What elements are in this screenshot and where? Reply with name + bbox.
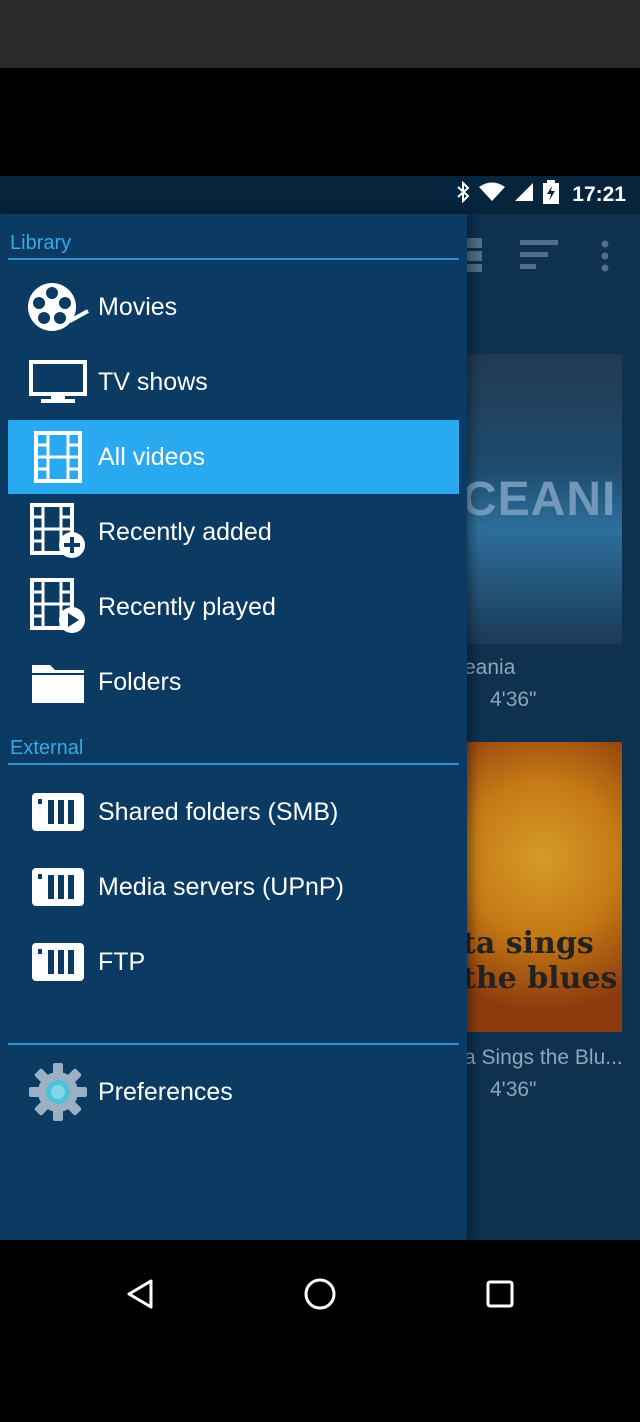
film-strip-icon <box>22 429 94 485</box>
drawer-item-label: Folders <box>98 667 182 696</box>
section-title-external: External <box>10 737 84 759</box>
drawer-item-label: FTP <box>98 947 146 976</box>
recents-button[interactable] <box>470 1260 530 1328</box>
status-bar: 17:21 <box>0 176 640 214</box>
home-button[interactable] <box>290 1260 350 1328</box>
signal-icon <box>514 182 534 208</box>
video-title: a Sings the Blu... <box>464 1046 623 1069</box>
drawer-item-recently-played[interactable]: Recently played <box>8 570 459 644</box>
network-drive-icon <box>22 934 94 990</box>
wifi-icon <box>478 182 506 208</box>
film-play-icon <box>22 578 94 635</box>
section-title-library: Library <box>10 232 72 254</box>
clock: 17:21 <box>572 183 626 206</box>
divider <box>8 763 459 765</box>
film-add-icon <box>22 503 94 560</box>
system-navigation-bar <box>0 1240 640 1422</box>
gear-icon <box>22 1063 94 1121</box>
grid-view-icon[interactable] <box>466 236 486 279</box>
drawer-item-label: Preferences <box>98 1077 233 1106</box>
drawer-item-label: Recently added <box>98 517 272 546</box>
drawer-item-movies[interactable]: Movies <box>8 270 459 344</box>
film-reel-icon <box>22 279 94 335</box>
drawer-item-preferences[interactable]: Preferences <box>8 1055 459 1129</box>
drawer-item-folders[interactable]: Folders <box>8 645 459 719</box>
video-thumbnail[interactable]: ta sings the blues <box>462 742 622 1032</box>
drawer-item-label: All videos <box>98 442 205 471</box>
network-drive-icon <box>22 784 94 840</box>
divider <box>8 258 459 260</box>
drawer-item-upnp[interactable]: Media servers (UPnP) <box>8 850 459 924</box>
back-button[interactable] <box>110 1260 170 1328</box>
top-bar <box>0 0 640 68</box>
thumbnail-text: CEANI <box>462 473 617 526</box>
thumbnail-text: ta sings the blues <box>462 926 618 996</box>
drawer-item-all-videos[interactable]: All videos <box>8 420 459 494</box>
device-screen: 17:21 CEANI eania 4'36" ta sings the blu… <box>0 176 640 1240</box>
video-duration: 4'36" <box>490 688 537 711</box>
video-title: eania <box>464 656 516 679</box>
bluetooth-icon <box>456 180 470 209</box>
drawer-item-label: Recently played <box>98 592 276 621</box>
drawer-item-label: Shared folders (SMB) <box>98 797 339 826</box>
video-duration: 4'36" <box>490 1078 537 1101</box>
drawer-item-label: TV shows <box>98 367 208 396</box>
navigation-drawer: Library Movies TV shows All videos Recen <box>0 214 467 1240</box>
more-options-icon[interactable] <box>600 240 610 277</box>
drawer-item-smb[interactable]: Shared folders (SMB) <box>8 775 459 849</box>
sort-icon[interactable] <box>520 238 560 277</box>
drawer-item-tv-shows[interactable]: TV shows <box>8 345 459 419</box>
spacer <box>0 68 640 176</box>
tv-icon <box>22 354 94 410</box>
video-thumbnail[interactable]: CEANI <box>462 354 622 644</box>
folder-icon <box>22 654 94 710</box>
drawer-item-recently-added[interactable]: Recently added <box>8 495 459 569</box>
drawer-item-label: Movies <box>98 292 178 321</box>
battery-charging-icon <box>542 180 560 210</box>
divider <box>8 1043 459 1045</box>
network-drive-icon <box>22 859 94 915</box>
drawer-item-label: Media servers (UPnP) <box>98 872 344 901</box>
drawer-item-ftp[interactable]: FTP <box>8 925 459 999</box>
